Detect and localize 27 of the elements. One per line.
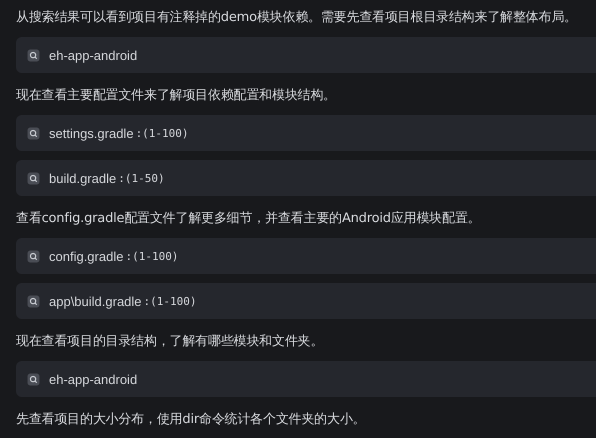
message-text: 现在查看主要配置文件来了解项目依赖配置和模块结构。 (16, 87, 338, 105)
search-icon (27, 294, 40, 308)
tool-call-card[interactable]: config.gradle:(1-100) (16, 238, 596, 274)
line-range: :(1-100) (144, 294, 197, 308)
file-name: app\build.gradle (49, 294, 142, 308)
search-icon (27, 250, 40, 262)
tool-call-card[interactable]: eh-app-android (16, 37, 596, 73)
search-icon (27, 372, 40, 386)
message-text: 先查看项目的大小分布，使用dir命令统计各个文件夹的大小。 (16, 411, 366, 429)
file-name: config.gradle (49, 248, 124, 264)
line-range: :(1-50) (118, 172, 165, 184)
tool-call-card[interactable]: app\build.gradle:(1-100) (16, 283, 596, 319)
search-icon (27, 48, 40, 62)
search-icon (27, 172, 40, 184)
file-name: eh-app-android (49, 48, 138, 62)
file-name: eh-app-android (49, 372, 138, 386)
tool-call-card[interactable]: eh-app-android (16, 361, 596, 397)
line-range: :(1-100) (136, 126, 189, 140)
message-text: 查看config.gradle配置文件了解更多细节，并查看主要的Android应用模块配置。 (16, 210, 482, 228)
line-range: :(1-100) (125, 250, 178, 262)
file-name: settings.gradle (49, 126, 134, 140)
tool-call-card[interactable]: settings.gradle:(1-100) (16, 115, 596, 151)
tool-call-card[interactable]: build.gradle:(1-50) (16, 160, 596, 196)
search-icon (27, 126, 40, 140)
message-text: 从搜索结果可以看到项目有注释掉的demo模块依赖。需要先查看项目根目录结构来了解整体布局。 (16, 9, 578, 27)
file-name: build.gradle (49, 170, 116, 186)
message-text: 现在查看项目的目录结构，了解有哪些模块和文件夹。 (16, 333, 324, 351)
